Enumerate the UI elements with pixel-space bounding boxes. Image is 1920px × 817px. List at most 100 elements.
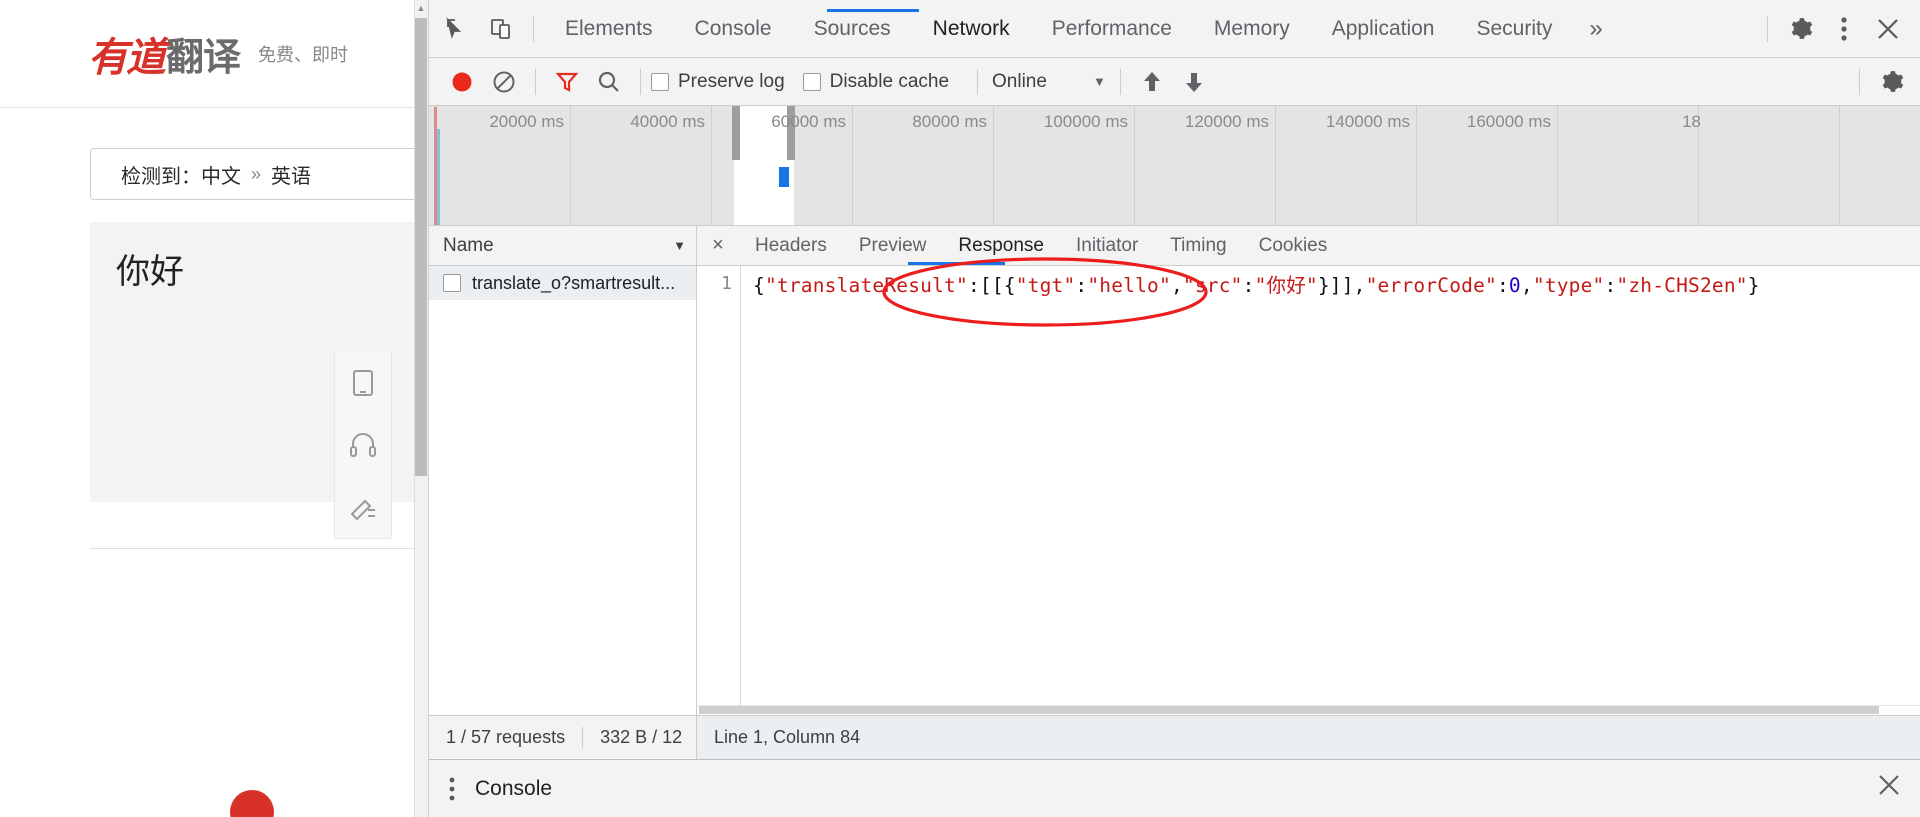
record-button[interactable] bbox=[441, 61, 483, 103]
brand-bubble bbox=[230, 790, 274, 817]
overview-window-left-handle[interactable] bbox=[732, 106, 740, 160]
preserve-log-checkbox[interactable]: Preserve log bbox=[651, 71, 785, 93]
network-overview-timeline[interactable]: 20000 ms 40000 ms 60000 ms 80000 ms 1000… bbox=[429, 106, 1920, 226]
disable-cache-label: Disable cache bbox=[829, 70, 950, 92]
overview-gridline bbox=[711, 106, 712, 225]
json-token: : bbox=[1496, 274, 1509, 297]
tab-cookies[interactable]: Cookies bbox=[1243, 226, 1344, 265]
toolbar-divider-right bbox=[1767, 15, 1768, 42]
tab-response[interactable]: Response bbox=[942, 226, 1060, 265]
request-rows[interactable]: translate_o?smartresult... bbox=[429, 266, 696, 715]
line-number: 1 bbox=[721, 273, 732, 294]
detail-active-tab-underline bbox=[908, 262, 1005, 265]
overview-tick-label: 40000 ms bbox=[630, 112, 705, 131]
request-column-header[interactable]: Name ▼ bbox=[429, 226, 696, 266]
source-language[interactable]: 中文 bbox=[201, 160, 241, 189]
tab-application[interactable]: Application bbox=[1311, 0, 1456, 57]
json-token: : bbox=[1242, 274, 1255, 297]
json-token: "你好" bbox=[1254, 274, 1318, 297]
json-token: "translateResult" bbox=[764, 274, 968, 297]
overview-gridline bbox=[1275, 106, 1276, 225]
drawer-close-icon[interactable] bbox=[1876, 772, 1902, 805]
preserve-log-label: Preserve log bbox=[678, 70, 785, 92]
headphones-icon[interactable] bbox=[335, 414, 391, 476]
import-har-icon[interactable] bbox=[1131, 61, 1173, 103]
site-logo-red[interactable]: 有道 bbox=[88, 25, 166, 83]
network-settings-icon[interactable] bbox=[1870, 61, 1912, 103]
response-json-content[interactable]: {"translateResult":[[{"tgt":"hello","src… bbox=[741, 266, 1920, 715]
throttling-value: Online bbox=[992, 70, 1047, 92]
tab-console[interactable]: Console bbox=[674, 0, 793, 57]
gear-icon[interactable] bbox=[1778, 7, 1822, 51]
overview-tick-label: 20000 ms bbox=[489, 112, 564, 131]
target-language[interactable]: 英语 bbox=[271, 160, 311, 189]
clear-button[interactable] bbox=[483, 61, 525, 103]
overview-gridline bbox=[1134, 106, 1135, 225]
close-icon[interactable] bbox=[1866, 7, 1910, 51]
kebab-menu-icon[interactable] bbox=[1822, 7, 1866, 51]
overview-request-bar bbox=[437, 129, 440, 225]
drawer-kebab-icon[interactable] bbox=[429, 776, 475, 802]
page-scroll-thumb[interactable] bbox=[415, 18, 427, 476]
inspect-element-icon[interactable] bbox=[435, 7, 479, 51]
row-checkbox[interactable] bbox=[443, 274, 461, 292]
tab-elements[interactable]: Elements bbox=[544, 0, 674, 57]
tab-security[interactable]: Security bbox=[1455, 0, 1573, 57]
tab-initiator[interactable]: Initiator bbox=[1060, 226, 1154, 265]
overview-tick-label: 80000 ms bbox=[912, 112, 987, 131]
net-divider-2 bbox=[640, 68, 641, 95]
handwriting-icon[interactable] bbox=[335, 476, 391, 538]
tabs-overflow-icon[interactable]: » bbox=[1573, 0, 1618, 57]
overview-gridline bbox=[1557, 106, 1558, 225]
page-divider bbox=[90, 548, 428, 549]
scroll-up-arrow-icon[interactable]: ▲ bbox=[416, 4, 426, 13]
phone-icon[interactable] bbox=[335, 352, 391, 414]
tab-headers[interactable]: Headers bbox=[739, 226, 843, 265]
json-token: }]], bbox=[1317, 274, 1366, 297]
sort-caret-icon[interactable]: ▼ bbox=[673, 238, 686, 253]
detail-close-icon[interactable]: × bbox=[697, 234, 739, 257]
search-icon[interactable] bbox=[588, 61, 630, 103]
filter-icon[interactable] bbox=[546, 61, 588, 103]
drawer-tab-console[interactable]: Console bbox=[475, 777, 552, 801]
request-status-bar: 1 / 57 requests 332 B / 12 bbox=[429, 715, 696, 759]
active-tab-underline bbox=[827, 9, 919, 12]
response-hscroll-thumb[interactable] bbox=[699, 706, 1879, 714]
swap-arrow-icon[interactable]: » bbox=[251, 164, 261, 185]
table-row[interactable]: translate_o?smartresult... bbox=[429, 266, 696, 300]
net-divider-1 bbox=[535, 68, 536, 95]
response-body[interactable]: 1 {"translateResult":[[{"tgt":"hello","s… bbox=[697, 266, 1920, 715]
tab-network[interactable]: Network bbox=[912, 0, 1031, 57]
json-token: "errorCode" bbox=[1365, 274, 1497, 297]
devtools-tab-strip-right bbox=[1757, 7, 1920, 51]
tab-performance[interactable]: Performance bbox=[1031, 0, 1193, 57]
response-hscrollbar[interactable] bbox=[697, 705, 1920, 715]
export-har-icon[interactable] bbox=[1173, 61, 1215, 103]
editor-status-bar: Line 1, Column 84 bbox=[697, 715, 1920, 759]
site-header: 有道 翻译 免费、即时 bbox=[0, 0, 428, 108]
overview-gridline bbox=[1839, 106, 1840, 225]
detail-tab-strip: × Headers Preview Response Initiator Tim… bbox=[697, 226, 1920, 266]
tab-memory[interactable]: Memory bbox=[1193, 0, 1311, 57]
detected-language-label: 检测到： bbox=[121, 165, 201, 188]
overview-request-bar bbox=[779, 167, 789, 187]
line-number-gutter: 1 bbox=[697, 266, 741, 715]
json-token: : bbox=[1604, 274, 1617, 297]
translate-web-page: 有道 翻译 免费、即时 检测到： 中文 » 英语 你好 ▲ bbox=[0, 0, 428, 817]
cursor-position: Line 1, Column 84 bbox=[714, 727, 861, 747]
device-toolbar-icon[interactable] bbox=[479, 7, 523, 51]
chevron-down-icon[interactable]: ▼ bbox=[1093, 74, 1106, 89]
preserve-log-box[interactable] bbox=[651, 72, 669, 91]
site-logo-grey[interactable]: 翻译 bbox=[166, 26, 241, 81]
throttling-select[interactable]: Online ▼ bbox=[992, 71, 1106, 93]
json-token: "tgt" bbox=[1015, 274, 1076, 297]
language-selector-bar[interactable]: 检测到： 中文 » 英语 bbox=[90, 148, 428, 200]
json-token: } bbox=[1747, 274, 1760, 297]
page-scrollbar[interactable]: ▲ bbox=[414, 0, 428, 817]
tab-timing[interactable]: Timing bbox=[1154, 226, 1242, 265]
disable-cache-checkbox[interactable]: Disable cache bbox=[802, 70, 950, 93]
requests-count: 1 / 57 requests bbox=[446, 727, 566, 747]
source-text-value: 你好 bbox=[116, 253, 184, 291]
tab-preview[interactable]: Preview bbox=[843, 226, 943, 265]
disable-cache-box[interactable] bbox=[802, 72, 821, 91]
